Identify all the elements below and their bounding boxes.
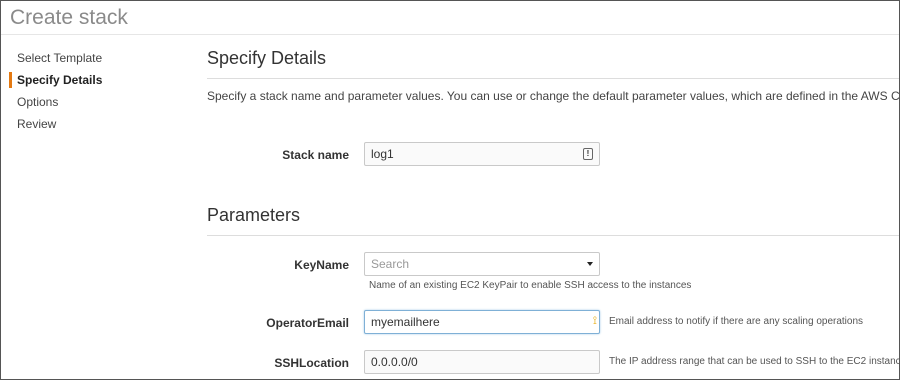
ssh-location-value: 0.0.0.0/0 (371, 355, 418, 369)
ssh-location-label: SSHLocation (274, 356, 349, 370)
chevron-down-icon[interactable] (587, 262, 593, 266)
wizard-steps-sidebar: Select Template Specify Details Options … (9, 47, 169, 135)
keyname-label: KeyName (294, 258, 349, 272)
info-icon: ! (583, 148, 593, 160)
details-intro-text: Specify a stack name and parameter value… (207, 89, 900, 103)
sidebar-item-options[interactable]: Options (9, 91, 169, 113)
sidebar-item-select-template[interactable]: Select Template (9, 47, 169, 69)
title-divider (1, 34, 899, 35)
operator-email-input[interactable]: myemailhere ⟟ (364, 310, 600, 334)
sidebar-item-review[interactable]: Review (9, 113, 169, 135)
stack-name-input[interactable]: log1 ! (364, 142, 600, 166)
ssh-location-help-text: The IP address range that can be used to… (609, 356, 900, 367)
section-divider (207, 78, 899, 79)
operator-email-value: myemailhere (371, 315, 440, 329)
create-stack-window: Create stack Select Template Specify Det… (0, 0, 900, 380)
sidebar-item-specify-details[interactable]: Specify Details (9, 69, 169, 91)
keyname-help-text: Name of an existing EC2 KeyPair to enabl… (369, 280, 692, 291)
section-divider (207, 235, 899, 236)
stack-name-value: log1 (371, 147, 394, 161)
section-title-specify-details: Specify Details (207, 48, 327, 68)
section-title-parameters: Parameters (207, 205, 301, 225)
stack-name-label: Stack name (282, 148, 349, 162)
ssh-location-input[interactable]: 0.0.0.0/0 (364, 350, 600, 374)
text-cursor-icon: ⟟ (592, 315, 597, 327)
keyname-select[interactable]: Search (364, 252, 600, 276)
keyname-placeholder: Search (371, 257, 410, 271)
operator-email-label: OperatorEmail (266, 316, 349, 330)
page-title: Create stack (10, 6, 128, 29)
operator-email-help-text: Email address to notify if there are any… (609, 316, 864, 327)
